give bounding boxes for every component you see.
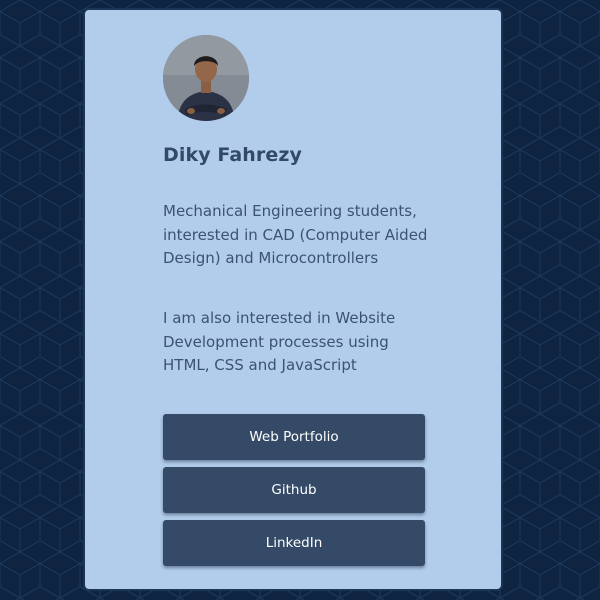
linkedin-button[interactable]: LinkedIn bbox=[163, 520, 425, 566]
web-portfolio-button[interactable]: Web Portfolio bbox=[163, 414, 425, 460]
avatar bbox=[163, 35, 249, 121]
profile-card: Diky Fahrezy Mechanical Engineering stud… bbox=[83, 8, 503, 591]
bio-paragraph: I am also interested in Website Developm… bbox=[163, 309, 396, 374]
bio-paragraph: Mechanical Engineering students, interes… bbox=[163, 202, 428, 267]
github-button[interactable]: Github bbox=[163, 467, 425, 513]
profile-name: Diky Fahrezy bbox=[163, 144, 303, 166]
